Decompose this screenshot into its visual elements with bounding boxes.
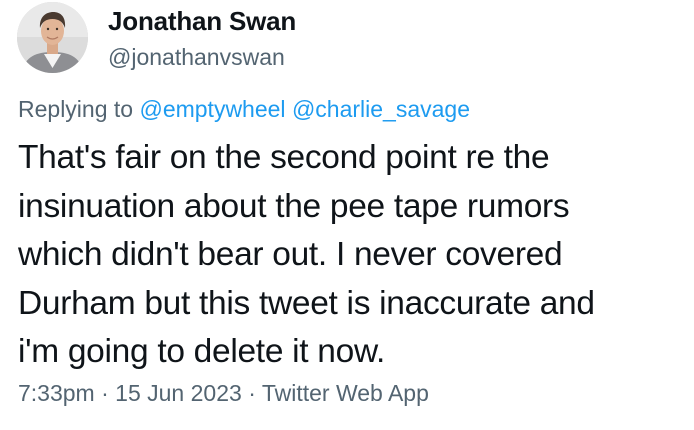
replying-to: Replying to @emptywheel @charlie_savage [18, 96, 470, 123]
tweet-text-line: insinuation about the pee tape rumors [18, 187, 570, 225]
tweet-text: That's fair on the second point re the i… [18, 134, 683, 377]
tweet-source[interactable]: Twitter Web App [262, 380, 429, 406]
author-avatar[interactable] [17, 2, 88, 73]
tweet-meta: 7:33pm · 15 Jun 2023 · Twitter Web App [18, 380, 429, 407]
tweet-date[interactable]: 15 Jun 2023 [115, 380, 242, 406]
tweet-text-line: i'm going to delete it now. [18, 333, 386, 370]
tweet-card: Jonathan Swan @jonathanvswan Replying to… [0, 0, 694, 430]
tweet-text-line: which didn't bear out. I never covered [18, 236, 563, 273]
meta-separator: · [101, 380, 109, 406]
tweet-text-line: Durham but this tweet is inaccurate and [18, 284, 595, 322]
author-handle[interactable]: @jonathanvswan [108, 44, 285, 71]
author-name[interactable]: Jonathan Swan [108, 6, 296, 37]
user-avatar-icon [17, 2, 88, 73]
mention-link-emptywheel[interactable]: @emptywheel [139, 96, 285, 122]
tweet-text-line: That's fair on the second point re the [18, 139, 550, 176]
replying-to-label: Replying to [18, 96, 134, 122]
meta-separator: · [248, 380, 256, 406]
mention-link-charlie-savage[interactable]: @charlie_savage [292, 96, 470, 122]
tweet-time[interactable]: 7:33pm [18, 380, 95, 406]
